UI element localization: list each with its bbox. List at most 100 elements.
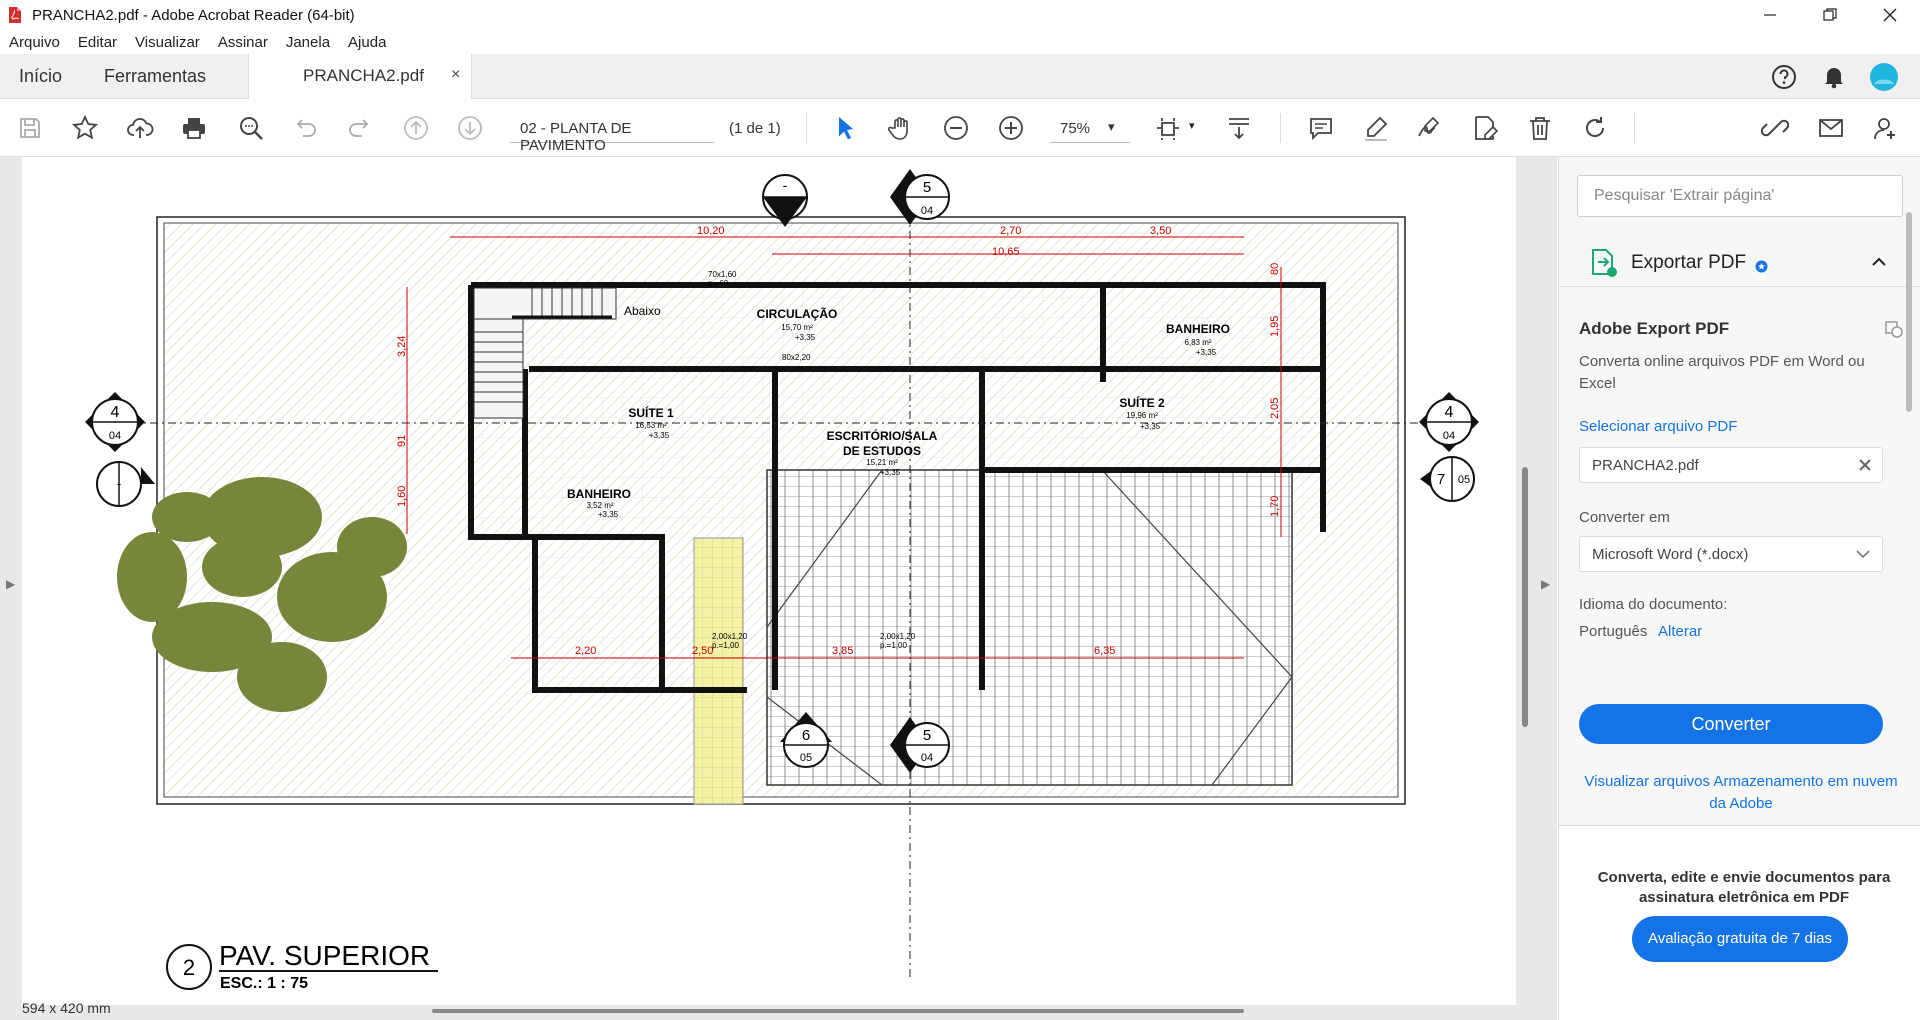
window-tag: 70x1,60: [708, 270, 737, 279]
next-page-button[interactable]: [453, 111, 487, 145]
menu-ajuda[interactable]: Ajuda: [348, 34, 386, 51]
document-viewport[interactable]: Abaixo 10,20 2,70 3,50 10,65 2,20 2,50 3…: [0, 157, 1557, 1020]
toolbar-divider: [1280, 113, 1281, 143]
convert-format-select[interactable]: Microsoft Word (*.docx): [1579, 536, 1883, 572]
svg-text:6: 6: [802, 727, 810, 744]
hand-icon: [887, 117, 908, 140]
menu-janela[interactable]: Janela: [286, 34, 330, 51]
comment-icon: [1310, 118, 1332, 141]
dim-right-4: 1,70: [1269, 496, 1281, 517]
scroll-mode-button[interactable]: [1222, 111, 1256, 145]
add-person-button[interactable]: [1869, 111, 1903, 145]
zoom-in-button[interactable]: [994, 111, 1028, 145]
print-button[interactable]: [177, 111, 211, 145]
select-file-link[interactable]: Selecionar arquivo PDF: [1579, 418, 1737, 435]
save-icon: [20, 118, 40, 138]
tab-close-icon[interactable]: ×: [451, 66, 460, 84]
menu-assinar[interactable]: Assinar: [218, 34, 268, 51]
bookmark-button[interactable]: [68, 111, 102, 145]
svg-text:4: 4: [111, 404, 120, 421]
delete-button[interactable]: [1523, 111, 1557, 145]
room-name: BANHEIRO: [567, 487, 631, 501]
account-button[interactable]: [1868, 61, 1900, 93]
undo-button[interactable]: [288, 111, 322, 145]
tool-search-input[interactable]: Pesquisar 'Extrair página': [1577, 175, 1903, 217]
svg-text:7: 7: [1437, 471, 1445, 488]
cloud-upload-icon: [127, 118, 154, 138]
prev-page-button[interactable]: [399, 111, 433, 145]
comment-button[interactable]: [1304, 111, 1338, 145]
svg-text:04: 04: [921, 752, 933, 764]
restore-button[interactable]: [1800, 0, 1860, 30]
dim-top-4: 10,65: [992, 246, 1020, 258]
window-tag-sill: p.=1,00: [880, 641, 907, 650]
convert-button[interactable]: Converter: [1579, 704, 1883, 744]
close-window-button[interactable]: [1860, 0, 1920, 30]
horizontal-scrollbar[interactable]: [432, 1009, 1244, 1013]
arrow-up-circle-icon: [404, 116, 428, 140]
email-button[interactable]: [1814, 111, 1848, 145]
redo-button[interactable]: [343, 111, 377, 145]
upload-button[interactable]: [123, 111, 157, 145]
menu-visualizar[interactable]: Visualizar: [135, 34, 200, 51]
dim-top-3: 3,50: [1150, 225, 1171, 237]
tab-tools[interactable]: Ferramentas: [104, 66, 206, 87]
rotate-button[interactable]: [1578, 111, 1612, 145]
page-fit-caret-icon[interactable]: ▾: [1189, 119, 1195, 132]
room-area: 15,70 m²: [781, 323, 813, 332]
svg-text:04: 04: [1443, 430, 1455, 442]
tab-document[interactable]: PRANCHA2.pdf ×: [248, 54, 472, 99]
svg-text:05: 05: [1458, 474, 1470, 486]
page-label-field[interactable]: 02 - PLANTA DE PAVIMENTO: [510, 113, 714, 154]
save-button[interactable]: [13, 111, 47, 145]
minimize-icon: [1764, 14, 1776, 16]
change-language-link[interactable]: Alterar: [1658, 623, 1702, 640]
selected-file-field[interactable]: PRANCHA2.pdf: [1579, 447, 1883, 483]
right-panel-toggle-icon[interactable]: ▶: [1541, 577, 1550, 591]
zoom-select[interactable]: 75% ▾: [1050, 113, 1130, 143]
hand-tool-button[interactable]: [884, 111, 918, 145]
window-title: PRANCHA2.pdf - Adobe Acrobat Reader (64-…: [32, 6, 355, 24]
minimize-button[interactable]: [1740, 0, 1800, 30]
notifications-button[interactable]: [1818, 61, 1850, 93]
menu-editar[interactable]: Editar: [78, 34, 117, 51]
adobe-cloud-link[interactable]: Visualizar arquivos Armazenamento em nuv…: [1579, 771, 1903, 815]
tab-home[interactable]: Início: [19, 66, 62, 87]
cloud-docs-icon[interactable]: [1884, 319, 1904, 339]
vertical-scrollbar[interactable]: [1522, 467, 1528, 727]
zoom-in-icon: [999, 116, 1023, 140]
chevron-up-icon: [1872, 257, 1886, 266]
edit-pdf-button[interactable]: [1468, 111, 1502, 145]
find-button[interactable]: [234, 111, 268, 145]
bell-icon: [1825, 68, 1843, 89]
menu-arquivo[interactable]: Arquivo: [9, 34, 60, 51]
clear-file-icon[interactable]: [1858, 458, 1872, 472]
toolbar-divider: [806, 113, 807, 143]
svg-text:5: 5: [923, 727, 931, 744]
page-fit-button[interactable]: [1153, 111, 1187, 145]
restore-icon: [1823, 8, 1837, 21]
dim-right-1: 80: [1269, 263, 1281, 275]
help-button[interactable]: [1768, 61, 1800, 93]
toolbar: 02 - PLANTA DE PAVIMENTO (1 de 1) 75% ▾ …: [0, 99, 1920, 157]
export-pdf-header[interactable]: Exportar PDF: [1559, 237, 1920, 287]
export-pdf-icon: [1592, 249, 1617, 277]
zoom-out-button[interactable]: [939, 111, 973, 145]
left-panel-toggle-icon[interactable]: ▶: [6, 577, 15, 591]
dim-bottom-4: 6,35: [1094, 645, 1115, 657]
room-area: 6,83 m²: [1184, 338, 1211, 347]
svg-text:4: 4: [1445, 404, 1454, 421]
select-tool-button[interactable]: [828, 111, 862, 145]
panel-scrollbar[interactable]: [1906, 212, 1912, 412]
sign-button[interactable]: [1413, 111, 1447, 145]
menu-bar: Arquivo Editar Visualizar Assinar Janela…: [0, 30, 1920, 54]
room-level: +3,35: [795, 333, 816, 342]
language-label: Idioma do documento:: [1579, 596, 1728, 613]
free-trial-button[interactable]: Avaliação gratuita de 7 dias: [1632, 916, 1848, 962]
room-level: +3,35: [1196, 348, 1217, 357]
room-level: +3,35: [1140, 422, 1161, 431]
help-icon: [1772, 65, 1796, 89]
highlight-button[interactable]: [1359, 111, 1393, 145]
dim-top-2: 2,70: [1000, 225, 1021, 237]
share-link-button[interactable]: [1758, 111, 1792, 145]
